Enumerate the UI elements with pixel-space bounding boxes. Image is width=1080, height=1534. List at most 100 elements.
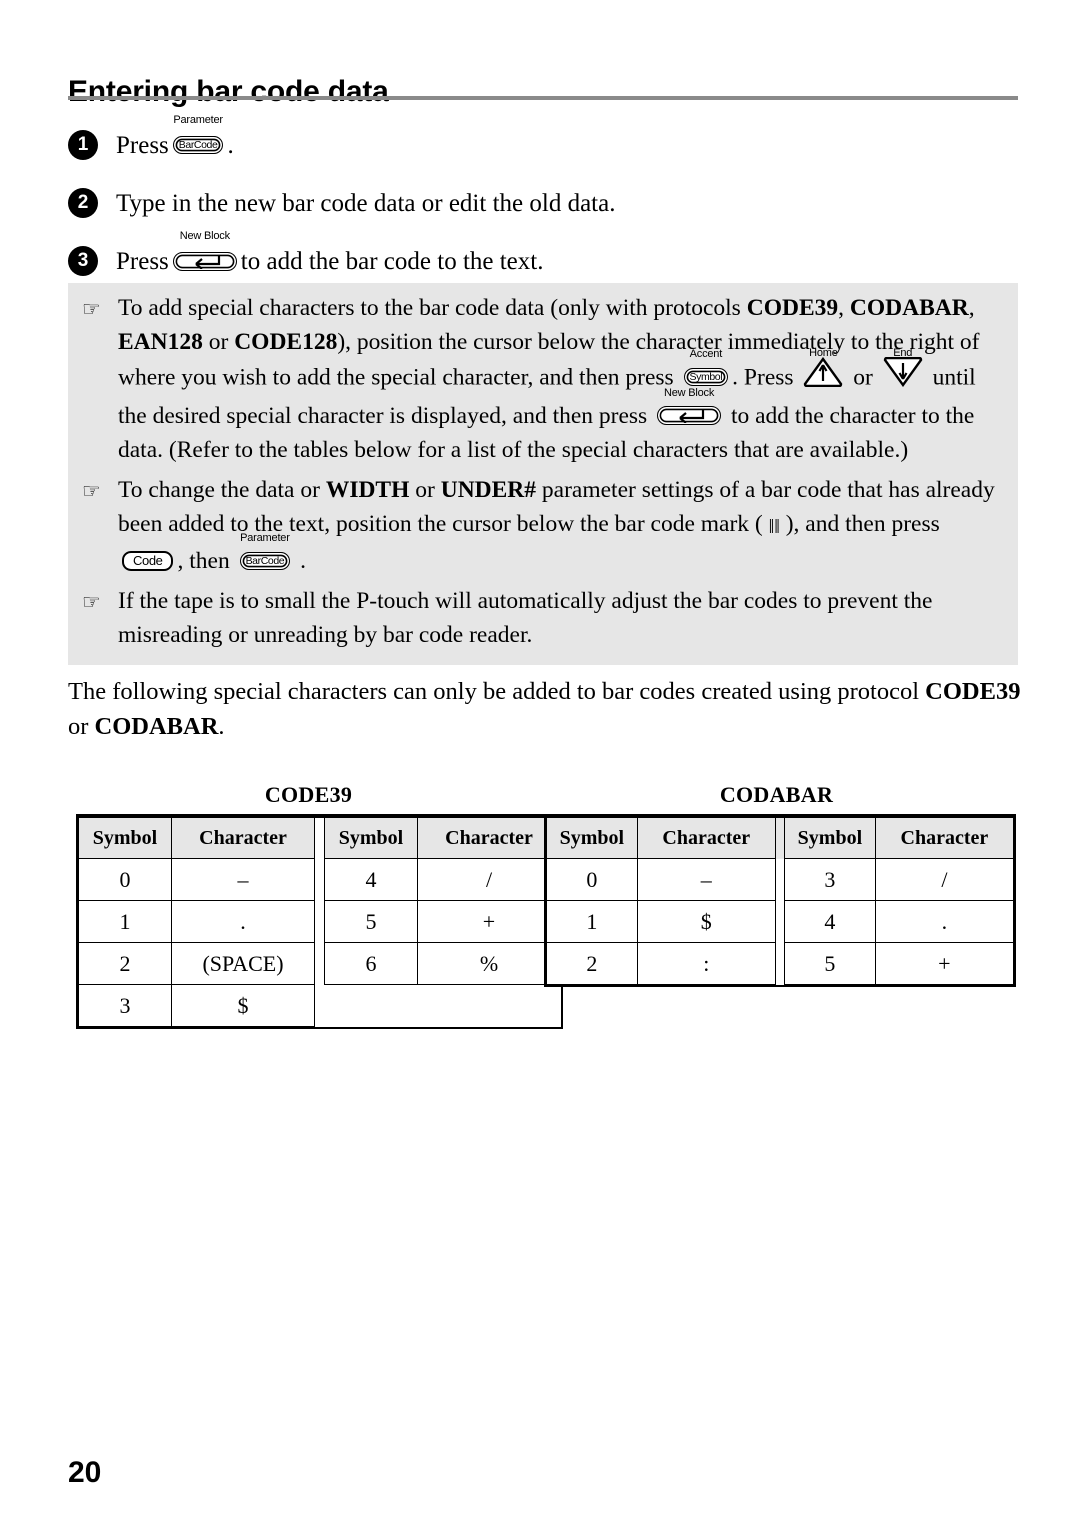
key-barcode: Parameter BarCode xyxy=(239,532,291,578)
note-item: ☞ To add special characters to the bar co… xyxy=(68,291,1018,467)
body-text: ), and then press xyxy=(779,511,940,537)
table-header-cell: Character xyxy=(417,816,561,859)
page-title: Entering bar code data xyxy=(68,75,389,109)
table-row: 1. 5 + xyxy=(78,900,561,943)
table-header-cell: Character xyxy=(171,816,315,859)
step-text-pre: Press xyxy=(116,248,169,275)
table-cell: 1 xyxy=(78,900,172,943)
table-cell: 6 xyxy=(324,942,418,985)
emphasis-text: CODABAR xyxy=(849,295,969,321)
key-arrow-down-triangle: End xyxy=(883,347,923,399)
key-function-label: New Block xyxy=(663,387,715,399)
table-column-separator xyxy=(774,942,786,985)
table-column-separator xyxy=(314,858,325,901)
table-caption: CODE39 xyxy=(264,782,353,807)
key-cap-label: Code xyxy=(122,550,174,571)
table-cell: 2 xyxy=(78,942,172,985)
body-text: . xyxy=(218,713,225,740)
body-text: To change the data or xyxy=(118,477,326,503)
bar-code-mark-icon: ‖‖ xyxy=(768,516,780,538)
table-border: Symbol Character Symbol Character 0–3/1 $4. 2:… xyxy=(544,814,1016,987)
key-function-label: Parameter xyxy=(173,114,223,126)
key-function-label: Accent xyxy=(689,348,723,361)
step-item: 1 Press Parameter BarCode . xyxy=(68,114,1018,166)
table-cell: / xyxy=(874,858,1015,901)
step-text-post: to add the bar code to the text. xyxy=(240,248,544,275)
symbol-table-block: CODE39 Symbol Character Symbol Character 0–4/… xyxy=(76,782,563,1034)
table-header-cell: Symbol xyxy=(784,816,876,859)
table-row: 2:5 + xyxy=(546,942,1015,985)
table-row: 3 $ xyxy=(78,984,561,1027)
step-number-badge: 3 xyxy=(68,246,98,276)
step-number-badge: 1 xyxy=(68,130,98,160)
key-arrow-up-triangle: Home xyxy=(803,347,843,399)
step-item: 2 Type in the new bar code data or edit t… xyxy=(68,176,1018,224)
emphasis-text: CODE128 xyxy=(234,329,338,355)
table-cell: 0 xyxy=(78,858,172,901)
table-cell xyxy=(324,984,418,1027)
note-item: ☞ To change the data or WIDTH or UNDER# p… xyxy=(68,473,1018,578)
table-cell: 0 xyxy=(546,858,638,901)
enter-return-icon xyxy=(657,406,722,426)
step-number-badge: 2 xyxy=(68,188,98,218)
page-number: 20 xyxy=(68,1456,102,1489)
table-cell: – xyxy=(171,858,315,901)
table-cell: + xyxy=(874,942,1015,985)
symbol-table: Symbol Character Symbol Character 0–4/1. 5 +2(… xyxy=(78,816,561,1027)
key-function-label: Parameter xyxy=(240,532,290,544)
table-caption: CODABAR xyxy=(719,782,834,807)
table-header-cell: Symbol xyxy=(78,816,172,859)
pointing-hand-icon: ☞ xyxy=(82,590,101,614)
body-text: To add special characters to the bar cod… xyxy=(118,295,747,321)
table-header-cell: Symbol xyxy=(546,816,638,859)
table-header-row: Symbol Character Symbol Character xyxy=(78,816,561,859)
body-text: If the tape is to small the P-touch will… xyxy=(118,588,933,648)
emphasis-text: CODE39 xyxy=(925,678,1021,705)
step-text: Type in the new bar code data or edit th… xyxy=(116,176,615,224)
table-column-separator xyxy=(774,900,786,943)
emphasis-text: EAN128 xyxy=(118,329,203,355)
symbol-table: Symbol Character Symbol Character 0–3/1 $4. 2:… xyxy=(546,816,1015,985)
intro-paragraph: The following special characters can onl… xyxy=(68,674,1023,744)
table-cell: : xyxy=(636,942,776,985)
step-text: Press New Block to add the bar code to t… xyxy=(116,230,544,282)
table-cell xyxy=(417,984,561,1027)
body-text: or xyxy=(68,713,95,740)
key-code: Code xyxy=(122,544,174,578)
key-function-label: New Block xyxy=(179,230,230,242)
emphasis-text: CODE39 xyxy=(746,295,839,321)
table-column-separator xyxy=(774,816,786,859)
body-text: . xyxy=(294,548,306,574)
table-cell: 5 xyxy=(784,942,876,985)
emphasis-text: UNDER# xyxy=(440,477,537,503)
table-cell: $ xyxy=(171,984,315,1027)
key-cap-label: BarCode xyxy=(239,551,291,570)
emphasis-text: CODABAR xyxy=(94,713,219,740)
table-column-separator xyxy=(774,858,786,901)
table-row: 0–3/ xyxy=(546,858,1015,901)
symbol-table-block: CODABAR Symbol Character Symbol Character 0–3… xyxy=(544,782,1016,992)
table-cell: 4 xyxy=(784,900,876,943)
step-text-pre: Press xyxy=(116,132,169,159)
arrow-up-icon xyxy=(803,356,843,397)
table-column-separator xyxy=(314,942,325,985)
table-column-separator xyxy=(314,900,325,943)
table-cell: + xyxy=(417,900,561,943)
table-border: Symbol Character Symbol Character 0–4/1. 5 +2(… xyxy=(76,814,563,1029)
body-text: . Press xyxy=(732,364,800,391)
body-text: , then xyxy=(177,548,236,574)
note-text: To change the data or WIDTH or UNDER# pa… xyxy=(118,473,1002,578)
body-text: or xyxy=(202,329,235,355)
table-cell: (SPACE) xyxy=(171,942,315,985)
body-text: or xyxy=(409,477,441,503)
arrow-down-icon xyxy=(883,356,923,397)
body-text: , xyxy=(838,295,850,321)
note-item: ☞ If the tape is to small the P-touch wil… xyxy=(68,584,1018,652)
table-cell: 3 xyxy=(784,858,876,901)
key-enter-arrow: New Block xyxy=(172,230,237,282)
note-text: If the tape is to small the P-touch will… xyxy=(118,584,1002,652)
table-column-separator xyxy=(314,816,325,859)
key-cap-label: Symbol xyxy=(683,368,729,386)
table-cell: % xyxy=(417,942,561,985)
pointing-hand-icon: ☞ xyxy=(82,297,101,321)
